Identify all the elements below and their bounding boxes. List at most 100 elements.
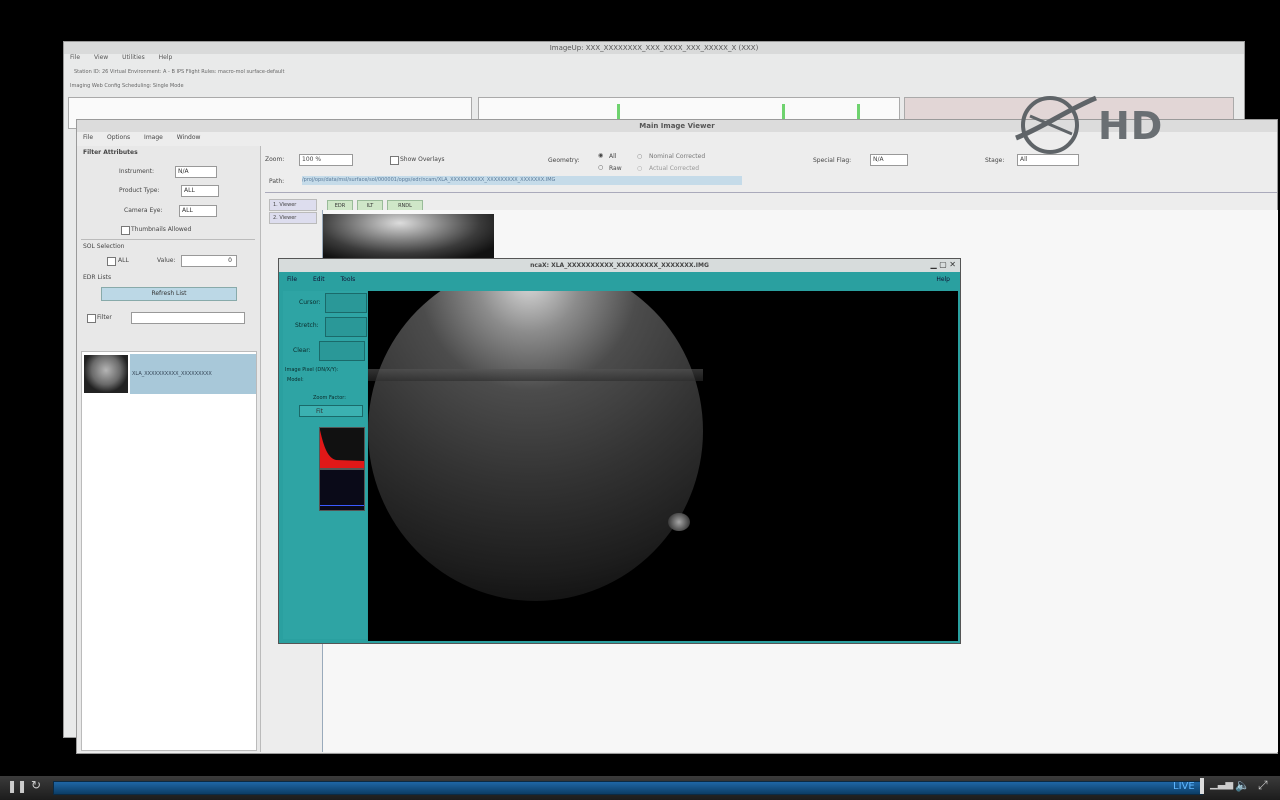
menu-view[interactable]: View	[94, 54, 108, 61]
instrument-label: Instrument:	[119, 168, 155, 175]
plot-marker	[857, 104, 860, 120]
image-controls-panel: Cursor: Stretch: Clear: Image Pixel (DN/…	[283, 291, 367, 639]
geometry-all-label: All	[609, 153, 617, 160]
back-window-title: ImageUp: XXX_XXXXXXXX_XXX_XXXX_XXX_XXXXX…	[64, 42, 1244, 54]
menu-help[interactable]: Help	[159, 54, 173, 61]
refresh-icon[interactable]: ↻	[31, 778, 41, 792]
fullscreen-icon[interactable]: ⤢	[1258, 778, 1268, 793]
sol-selection-heading: SOL Selection	[83, 243, 125, 250]
tab-viewer-2[interactable]: 2. Viewer	[269, 212, 317, 224]
filter-checkbox-label: Filter	[97, 314, 112, 321]
pause-icon[interactable]: ❚❚	[7, 779, 27, 793]
tab-viewer-1[interactable]: 1. Viewer	[269, 199, 317, 211]
divider	[81, 239, 255, 240]
show-overlays-checkbox[interactable]	[390, 156, 399, 165]
progress-bar[interactable]	[53, 781, 1203, 795]
menu-file[interactable]: File	[83, 134, 93, 141]
list-item[interactable]: XLA_XXXXXXXXXX_XXXXXXXXX	[130, 354, 256, 394]
geometry-raw-label: Raw	[609, 165, 622, 172]
stretch-label: Stretch:	[295, 322, 319, 329]
clear-input[interactable]	[319, 341, 365, 361]
sol-value-input[interactable]: 0	[181, 255, 237, 267]
product-type-label: Product Type:	[119, 187, 160, 194]
actual-corrected-radio[interactable]: ○	[637, 165, 642, 172]
special-flag-select[interactable]: N/A	[870, 154, 908, 166]
sol-all-label: ALL	[118, 257, 129, 264]
back-window-info: Station ID: 26 Virtual Environment: A - …	[74, 69, 285, 75]
image-pixel-label: Image Pixel (DN/X/Y):	[285, 367, 339, 373]
menu-help[interactable]: Help	[936, 276, 950, 283]
filter-panel: Filter Attributes Instrument: N/A Produc…	[77, 146, 261, 752]
live-label[interactable]: LIVE	[1173, 781, 1195, 792]
image-thumbnail[interactable]	[323, 214, 494, 259]
sol-all-checkbox[interactable]	[107, 257, 116, 266]
filter-checkbox[interactable]	[87, 314, 96, 323]
main-image-canvas[interactable]	[368, 291, 958, 641]
product-type-select[interactable]: ALL	[181, 185, 219, 197]
actual-corrected-label: Actual Corrected	[649, 165, 700, 172]
list-item-thumbnail[interactable]	[84, 355, 128, 393]
volume-icon[interactable]: 🔈	[1235, 778, 1250, 792]
stage-label: Stage:	[985, 157, 1005, 164]
instrument-select[interactable]: N/A	[175, 166, 217, 178]
image-detail-window: ncaX: XLA_XXXXXXXXXX_XXXXXXXXX_XXXXXXX.I…	[278, 258, 961, 644]
filter-text-input[interactable]	[131, 312, 245, 324]
histogram-curve	[320, 430, 364, 468]
menu-edit[interactable]: Edit	[313, 276, 325, 283]
zoom-factor-select[interactable]: Fit	[299, 405, 363, 417]
plot-marker	[782, 104, 785, 120]
menu-file[interactable]: File	[287, 276, 297, 283]
stretch-input[interactable]	[325, 317, 367, 337]
hd-label: HD	[1098, 104, 1164, 148]
path-label: Path:	[269, 178, 285, 185]
zoom-select[interactable]: 100 %	[299, 154, 353, 166]
main-window-menu: File Options Image Window	[83, 134, 212, 141]
window-controls[interactable]: ▁ ▢ ✕	[931, 260, 957, 269]
quality-icon[interactable]: ▁▃▅	[1210, 779, 1233, 790]
refresh-list-button[interactable]: Refresh List	[101, 287, 237, 301]
camera-eye-select[interactable]: ALL	[179, 205, 217, 217]
histogram-blue	[319, 469, 365, 511]
viewer-toolbar: Zoom: 100 % Show Overlays Geometry: ◉ Al…	[265, 148, 1277, 172]
cursor-label: Cursor:	[299, 299, 321, 306]
filter-attributes-heading: Filter Attributes	[83, 149, 138, 156]
thumbnails-allowed-label: Thumbnails Allowed	[131, 226, 192, 233]
image-band	[368, 369, 703, 381]
menu-tools[interactable]: Tools	[341, 276, 356, 283]
menu-utilities[interactable]: Utilities	[122, 54, 145, 61]
thumbnails-checkbox[interactable]	[121, 226, 130, 235]
histogram-baseline	[320, 505, 364, 506]
special-flag-label: Special Flag:	[813, 157, 852, 164]
nasa-logo-icon	[1012, 92, 1098, 158]
image-window-title: ncaX: XLA_XXXXXXXXXX_XXXXXXXXX_XXXXXXX.I…	[279, 259, 960, 272]
progress-handle[interactable]	[1200, 778, 1204, 794]
geometry-label: Geometry:	[548, 157, 580, 164]
path-field[interactable]: /proj/ops/data/msl/surface/sol/000001/op…	[302, 176, 742, 185]
back-window-menu: File View Utilities Help	[70, 54, 1244, 64]
histogram-red	[319, 427, 365, 469]
menu-window[interactable]: Window	[177, 134, 201, 141]
menu-options[interactable]: Options	[107, 134, 130, 141]
zoom-label: Zoom:	[265, 156, 285, 163]
menu-image[interactable]: Image	[144, 134, 163, 141]
back-window-mode: Imaging Web Config Scheduling: Single Mo…	[70, 83, 184, 89]
camera-eye-label: Camera Eye:	[124, 207, 163, 214]
viewer-side-tabs: 1. Viewer 2. Viewer	[269, 199, 317, 225]
geometry-raw-radio[interactable]: ○	[598, 164, 603, 171]
nominal-corrected-label: Nominal Corrected	[649, 153, 706, 160]
nominal-corrected-radio[interactable]: ○	[637, 153, 642, 160]
model-label: Model:	[287, 377, 304, 383]
clear-label: Clear:	[293, 347, 311, 354]
show-overlays-label: Show Overlays	[400, 156, 445, 163]
sol-value-label: Value:	[157, 257, 176, 264]
geometry-all-radio[interactable]: ◉	[598, 152, 603, 159]
edr-lists-heading: EDR Lists	[83, 274, 112, 281]
image-window-menu: File Edit Tools	[287, 276, 369, 283]
divider	[265, 192, 1277, 193]
cursor-value	[325, 293, 367, 313]
image-highlight	[668, 513, 690, 531]
image-sphere	[368, 291, 703, 601]
menu-file[interactable]: File	[70, 54, 80, 61]
plot-marker	[617, 104, 620, 120]
edr-list[interactable]: XLA_XXXXXXXXXX_XXXXXXXXX	[81, 351, 257, 751]
